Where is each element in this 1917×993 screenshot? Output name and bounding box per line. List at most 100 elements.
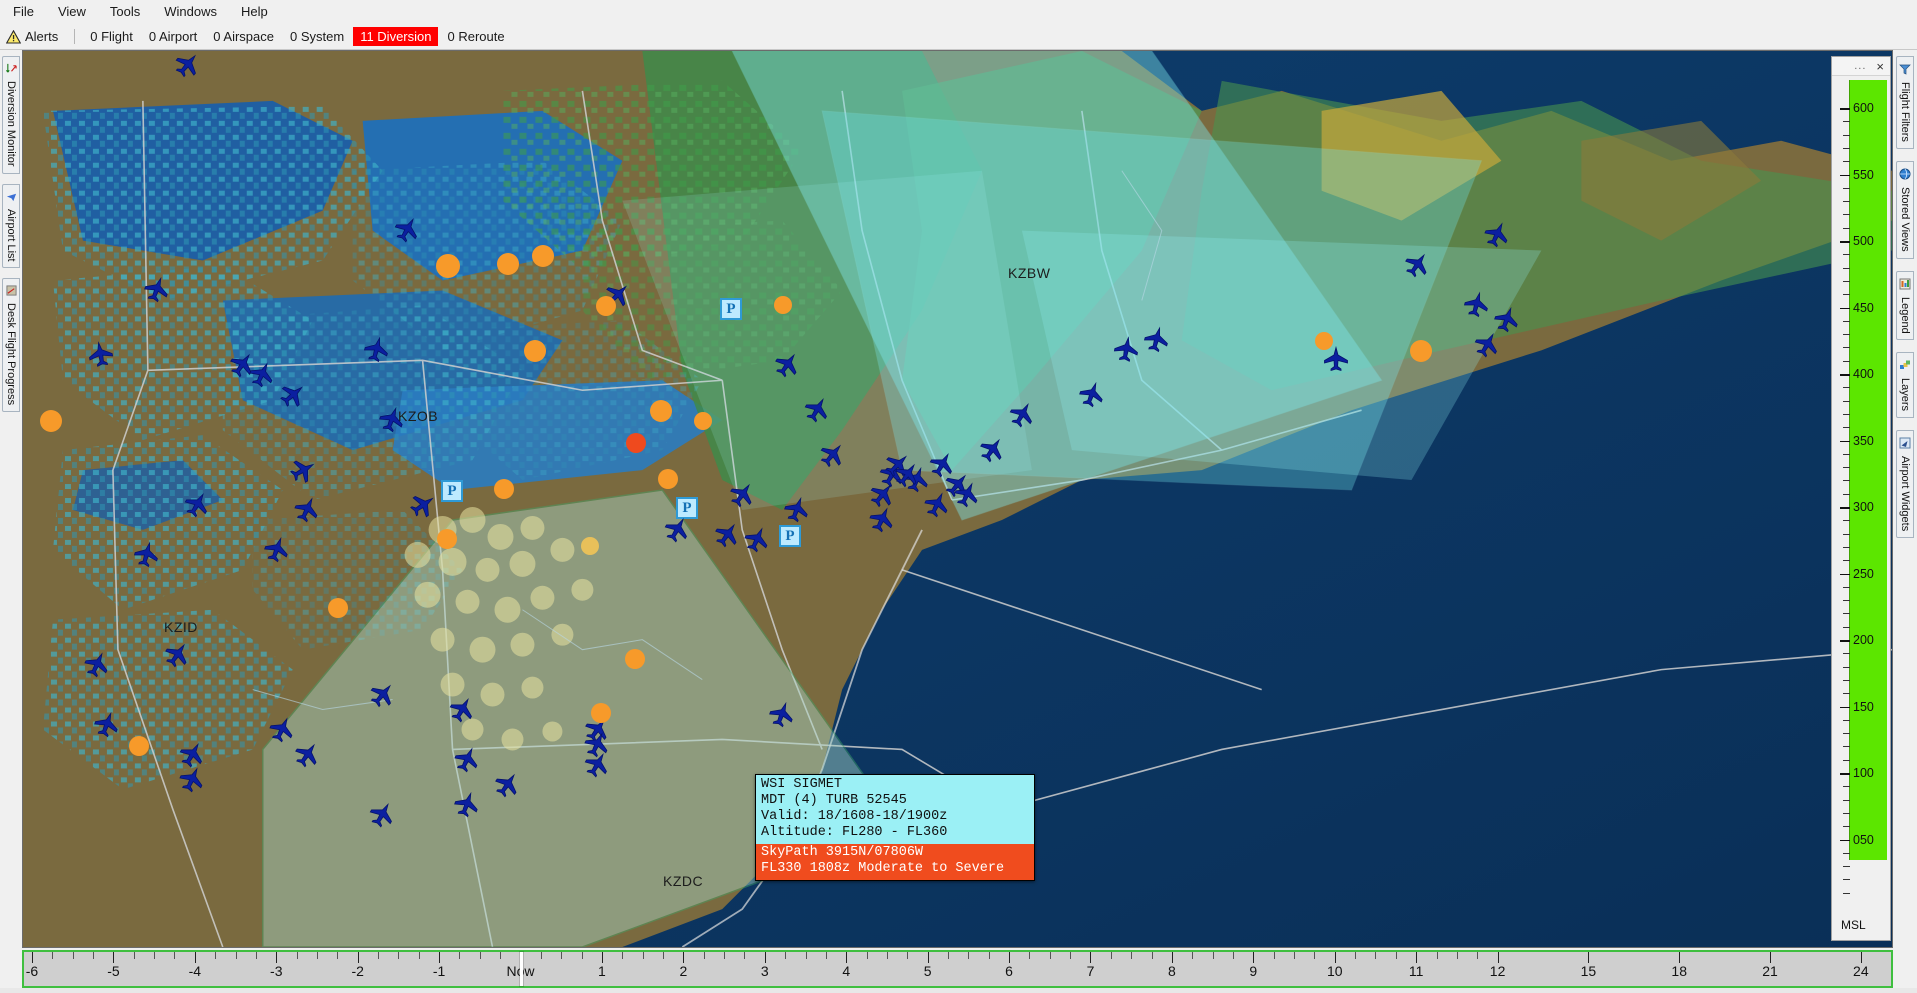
aircraft-icon[interactable]: [1478, 217, 1515, 256]
aircraft-icon[interactable]: [721, 476, 760, 516]
sigmet-altitude-line: Altitude: FL280 - FL360: [761, 825, 948, 840]
sidebar-tab-diversion-monitor[interactable]: Diversion Monitor: [2, 56, 20, 174]
aircraft-icon[interactable]: [971, 431, 1010, 471]
map-view[interactable]: KZOB KZBW KZID KZDC KZNY P P P P WSI SIG…: [22, 50, 1893, 948]
aircraft-icon[interactable]: [778, 492, 813, 530]
aircraft-icon[interactable]: [401, 487, 441, 526]
airport-widget-icon: [1899, 437, 1911, 452]
weather-cell-marker: [524, 340, 546, 362]
sidebar-tab-stored-views[interactable]: Stored Views: [1896, 160, 1914, 259]
aircraft-icon[interactable]: [373, 402, 408, 440]
menu-item-help[interactable]: Help: [230, 1, 279, 22]
timeline-tick-minor: [1131, 952, 1133, 959]
alert-chip-system[interactable]: 0 System: [283, 27, 351, 46]
altitude-tick-minor: [1843, 453, 1850, 455]
aircraft-icon[interactable]: [448, 787, 483, 825]
timeline-tick-label: -2: [351, 963, 364, 979]
altitude-tick-minor: [1843, 533, 1850, 535]
altitude-tick-major: [1840, 374, 1850, 376]
aircraft-icon[interactable]: [738, 522, 775, 561]
alert-chip-airport[interactable]: 0 Airport: [142, 27, 204, 46]
alert-chip-diversion[interactable]: 11 Diversion: [353, 27, 439, 46]
timeline-tick-minor: [154, 952, 156, 959]
close-icon[interactable]: ×: [1876, 60, 1884, 73]
sidebar-tab-layers[interactable]: Layers: [1896, 352, 1914, 419]
aircraft-icon[interactable]: [448, 742, 485, 781]
aircraft-icon[interactable]: [263, 712, 300, 751]
timeline-tick-label: 9: [1249, 963, 1258, 979]
timeline-tick-label: -5: [107, 963, 120, 979]
sidebar-tab-desk-flight-progress[interactable]: Desk Flight Progress: [2, 278, 20, 413]
sidebar-tab-flight-filters[interactable]: Flight Filters: [1896, 56, 1914, 149]
timeline-tick-minor: [1355, 952, 1357, 959]
panel-menu-dots[interactable]: ...: [1854, 60, 1866, 72]
weather-cell-marker: [494, 479, 514, 499]
aircraft-icon[interactable]: [596, 276, 636, 316]
sidebar-tab-label: Layers: [1899, 378, 1911, 412]
alert-chip-flight[interactable]: 0 Flight: [83, 27, 140, 46]
alert-chip-reroute[interactable]: 0 Reroute: [440, 27, 511, 46]
aircraft-icon[interactable]: [1459, 288, 1492, 325]
timeline-tick-label: 2: [679, 963, 688, 979]
warning-triangle-icon: [6, 29, 21, 44]
timeline-tick-minor: [663, 952, 665, 959]
aircraft-icon[interactable]: [1002, 397, 1040, 437]
aircraft-icon[interactable]: [362, 797, 400, 837]
aircraft-icon[interactable]: [361, 676, 401, 716]
aircraft-icon[interactable]: [766, 346, 805, 386]
aircraft-icon[interactable]: [166, 51, 206, 87]
aircraft-icon[interactable]: [281, 452, 321, 490]
aircraft-icon[interactable]: [286, 736, 325, 776]
aircraft-icon[interactable]: [1073, 377, 1108, 415]
aircraft-icon[interactable]: [1111, 334, 1142, 369]
timeline-tick-minor: [459, 952, 461, 959]
aircraft-icon[interactable]: [88, 707, 123, 745]
aircraft-icon[interactable]: [1323, 345, 1349, 377]
timeline-tick-minor: [72, 952, 74, 959]
timeline-tick-minor: [479, 952, 481, 959]
aircraft-icon[interactable]: [258, 532, 293, 570]
sidebar-tab-legend[interactable]: Legend: [1896, 270, 1914, 341]
aircraft-icon[interactable]: [359, 333, 392, 370]
aircraft-icon[interactable]: [138, 272, 173, 310]
aircraft-icon[interactable]: [173, 762, 210, 801]
altitude-panel-body[interactable]: 600 550 500 450 400 350 300 250 200 150 100 050 MSL: [1832, 76, 1890, 940]
aircraft-icon[interactable]: [1139, 323, 1172, 360]
aircraft-icon[interactable]: [763, 697, 798, 735]
timeline-tick-minor: [1273, 952, 1275, 959]
menu-item-view[interactable]: View: [47, 1, 97, 22]
aircraft-icon[interactable]: [811, 436, 851, 476]
altitude-tick-major: [1840, 307, 1850, 309]
sigmet-tooltip[interactable]: WSI SIGMET MDT (4) TURB 52545 Valid: 18/…: [755, 774, 1035, 881]
timeline-now-cursor[interactable]: [519, 952, 523, 986]
altitude-tick-minor: [1843, 320, 1850, 322]
menu-item-tools[interactable]: Tools: [99, 1, 151, 22]
aircraft-icon[interactable]: [288, 492, 325, 531]
altitude-tick-minor: [1843, 613, 1850, 615]
aircraft-icon[interactable]: [442, 692, 480, 732]
timeline-tick-major: [1770, 952, 1772, 963]
aircraft-icon[interactable]: [387, 212, 425, 252]
altitude-tick-minor: [1843, 653, 1850, 655]
aircraft-icon[interactable]: [156, 636, 195, 676]
aircraft-icon[interactable]: [797, 392, 835, 432]
aircraft-icon[interactable]: [657, 512, 695, 552]
menu-item-file[interactable]: File: [2, 1, 45, 22]
sidebar-tab-airport-list[interactable]: Airport List: [2, 183, 20, 269]
globe-icon: [1899, 168, 1911, 183]
timeline-scrubber[interactable]: -6-5-4-3-2-1Now12345678910111215182124: [22, 950, 1893, 988]
timeline-tick-minor: [1314, 952, 1316, 959]
aircraft-icon[interactable]: [177, 487, 215, 527]
sidebar-tab-airport-widgets[interactable]: Airport Widgets: [1896, 430, 1914, 539]
aircraft-icon[interactable]: [86, 339, 117, 374]
timeline-tick-label: 8: [1168, 963, 1176, 979]
aircraft-icon[interactable]: [486, 766, 525, 806]
aircraft-icon[interactable]: [78, 647, 115, 686]
aircraft-icon[interactable]: [1396, 246, 1435, 286]
timeline-tick-minor: [785, 952, 787, 959]
aircraft-icon[interactable]: [129, 538, 162, 575]
aircraft-icon[interactable]: [271, 377, 311, 417]
timeline-tick-label: 4: [842, 963, 851, 979]
menu-item-windows[interactable]: Windows: [153, 1, 228, 22]
alert-chip-airspace[interactable]: 0 Airspace: [206, 27, 281, 46]
